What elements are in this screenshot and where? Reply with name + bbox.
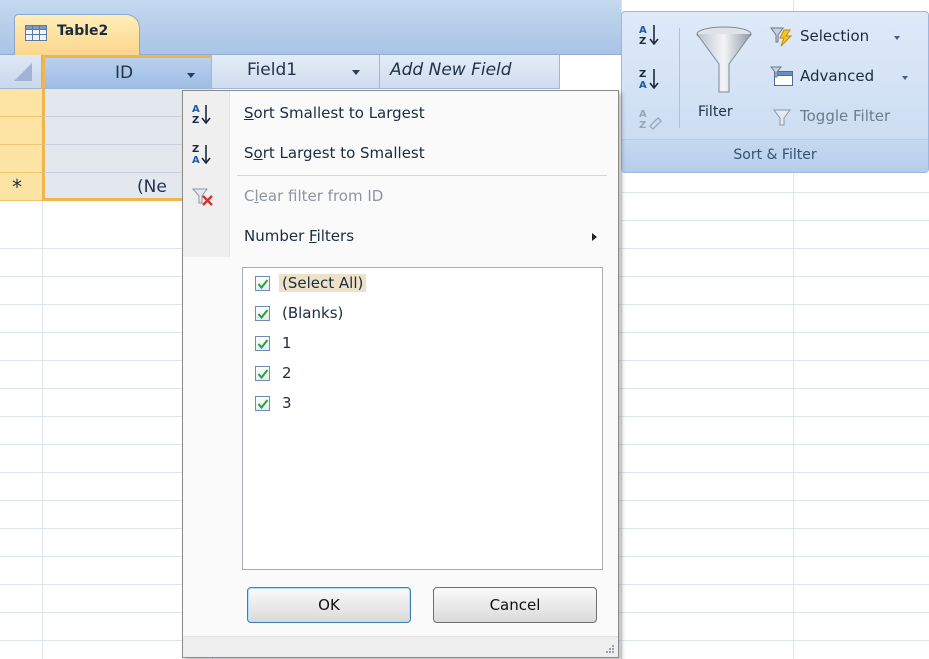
resize-grip-icon[interactable] [605, 644, 615, 654]
advanced-label: Advanced [800, 67, 875, 85]
grid-line [621, 220, 929, 221]
new-record-marker: * [12, 175, 22, 199]
access-key: o [253, 144, 263, 162]
new-record-text: (Ne [137, 177, 167, 197]
svg-text:Z: Z [192, 144, 199, 155]
column-filter-menu: A Z Sort Smallest to Largest Z A Sort La… [182, 90, 619, 658]
ribbon-group-name: Sort & Filter [733, 147, 817, 163]
checkbox[interactable] [255, 306, 270, 321]
checkmark-icon [257, 279, 269, 290]
object-tab-label: Table2 [57, 23, 109, 39]
menu-item-number-filters[interactable]: Number Filters [183, 219, 618, 255]
svg-text:A: A [639, 80, 647, 91]
funnel-icon [696, 26, 752, 93]
table-icon [25, 25, 47, 45]
table-row[interactable] [0, 117, 212, 145]
column-header-label: Field1 [247, 60, 298, 80]
svg-text:Z: Z [639, 120, 646, 131]
sort-ascending-button[interactable]: A Z [638, 22, 664, 48]
sort-ascending-icon: A Z [192, 104, 211, 126]
table-row[interactable] [0, 145, 212, 173]
record-selector[interactable] [0, 145, 42, 173]
sort-ascending-icon: A Z [639, 25, 659, 47]
grid-line [621, 192, 929, 193]
menu-item-label: Clear filter from ID [244, 187, 384, 205]
filter-values-list[interactable]: (Select All) (Blanks) 1 2 3 [242, 267, 603, 570]
svg-text:A: A [639, 109, 647, 120]
checkbox[interactable] [255, 276, 270, 291]
chevron-down-icon [902, 76, 908, 80]
ok-button[interactable]: OK [247, 587, 411, 623]
object-tab-strip: Table2 [0, 0, 621, 56]
new-record-row[interactable]: * (Ne [0, 173, 212, 201]
svg-text:Z: Z [639, 36, 646, 47]
toggle-filter-icon [773, 109, 791, 126]
filter-label: Filter [698, 104, 733, 120]
record-selector[interactable] [0, 117, 42, 145]
advanced-filter-icon [770, 66, 793, 86]
access-key: l [254, 187, 259, 205]
record-selector[interactable]: * [0, 173, 42, 201]
selection-filter-icon [770, 27, 793, 47]
selection-button[interactable]: Selection [768, 24, 918, 50]
sort-descending-icon: Z A [639, 69, 659, 91]
checkbox[interactable] [255, 396, 270, 411]
menu-resize-bar [183, 636, 618, 657]
menu-item-label: Sort Smallest to Largest [244, 104, 425, 122]
clear-sort-icon: A Z [639, 109, 662, 131]
svg-text:A: A [192, 104, 200, 115]
advanced-button[interactable]: Advanced [768, 64, 918, 90]
filter-button[interactable]: Filter [692, 22, 762, 127]
svg-text:Z: Z [639, 69, 646, 80]
menu-item-label: Sort Largest to Smallest [244, 144, 425, 162]
sort-descending-button[interactable]: Z A [638, 66, 664, 92]
checkmark-icon [257, 309, 269, 320]
menu-item-sort-ascending[interactable]: A Z Sort Smallest to Largest [183, 96, 618, 132]
menu-item-sort-descending[interactable]: Z A Sort Largest to Smallest [183, 136, 618, 172]
table-row[interactable] [0, 89, 212, 117]
select-all-corner[interactable] [0, 55, 42, 89]
column-header-id[interactable]: ID [42, 55, 212, 89]
access-key: S [244, 104, 254, 122]
clear-filter-icon [191, 188, 213, 206]
chevron-down-icon [894, 36, 900, 40]
menu-item-clear-filter[interactable]: Clear filter from ID [183, 179, 618, 215]
ribbon-separator [679, 28, 680, 128]
access-key: F [309, 227, 317, 245]
checkbox-label: 2 [282, 364, 292, 382]
object-tab-table2[interactable]: Table2 [14, 14, 140, 56]
submenu-arrow-icon [592, 233, 597, 241]
checkmark-icon [257, 399, 269, 410]
ribbon-group-footer: Sort & Filter [622, 139, 928, 172]
column-header-label: Add New Field [390, 60, 512, 80]
svg-text:A: A [192, 155, 200, 166]
checkbox-label: (Blanks) [282, 304, 344, 322]
checkbox-label: 3 [282, 394, 292, 412]
svg-text:A: A [639, 25, 647, 36]
sort-descending-icon: Z A [192, 144, 211, 166]
svg-text:Z: Z [192, 115, 199, 126]
selection-label: Selection [800, 27, 870, 45]
menu-separator [237, 175, 607, 176]
chevron-down-icon[interactable] [187, 73, 195, 78]
menu-item-label: Number Filters [244, 227, 355, 245]
chevron-down-icon[interactable] [352, 70, 360, 75]
record-selector[interactable] [0, 89, 42, 117]
column-header-add-new-field[interactable]: Add New Field [380, 55, 560, 89]
toggle-filter-label: Toggle Filter [800, 107, 891, 125]
column-header-label: ID [115, 63, 134, 83]
checkmark-icon [257, 369, 269, 380]
cancel-button[interactable]: Cancel [433, 587, 597, 623]
toggle-filter-button[interactable]: Toggle Filter [768, 104, 928, 130]
checkbox-label: (Select All) [279, 274, 367, 292]
clear-sort-button[interactable]: A Z [638, 106, 664, 132]
corner-triangle-icon [14, 63, 32, 81]
column-header-field1[interactable]: Field1 [212, 55, 380, 89]
ribbon-sort-filter-group: A Z Z A A Z Filter Selection Advanced To… [621, 11, 929, 173]
checkbox-label: 1 [282, 334, 292, 352]
checkbox[interactable] [255, 366, 270, 381]
checkmark-icon [257, 339, 269, 350]
checkbox[interactable] [255, 336, 270, 351]
